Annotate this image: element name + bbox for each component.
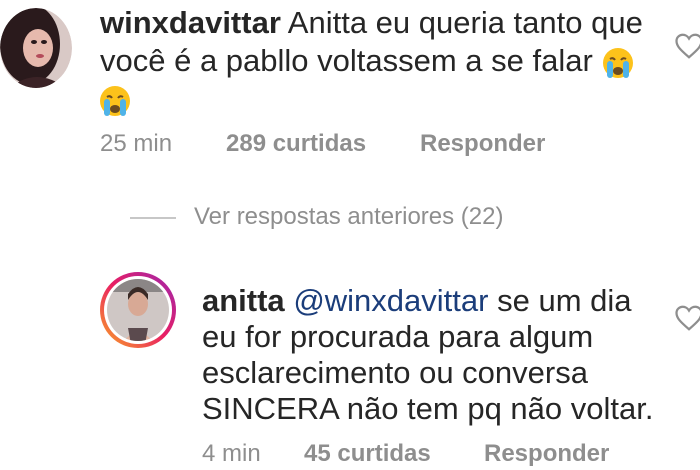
reply-text-line4: SINCERA não tem pq não voltar. — [202, 391, 654, 426]
avatar-anitta[interactable] — [98, 270, 178, 350]
avatar-story-ring — [100, 272, 176, 348]
like-heart-icon[interactable] — [674, 304, 700, 332]
comment-likes[interactable]: 289 curtidas — [226, 130, 366, 157]
reply-text-line1: se um dia — [497, 283, 632, 318]
reply-time: 4 min — [202, 440, 261, 467]
comment-time: 25 min — [100, 130, 173, 157]
replies-divider-line — [130, 217, 176, 219]
like-heart-icon[interactable] — [674, 32, 700, 60]
comment-username[interactable]: winxdavittar — [100, 5, 281, 40]
reply-time-wrap: 4 min — [202, 440, 261, 468]
reply-mention-link[interactable]: @winxdavittar — [293, 283, 488, 318]
reply-body-line3: esclarecimento ou conversa — [202, 354, 588, 392]
comment-text-line1: Anitta eu queria tanto que — [287, 5, 643, 40]
comment-text-line2: você é a pabllo voltassem a se falar — [100, 43, 593, 78]
comment-body-line2: você é a pabllo voltassem a se falar — [100, 42, 635, 80]
reply-body-line2: eu for procurada para algum — [202, 318, 593, 356]
reply-likes[interactable]: 45 curtidas — [304, 440, 431, 467]
crying-face-icon — [603, 47, 634, 78]
reply-reply-button[interactable]: Responder — [484, 440, 609, 467]
reply-reply-wrap: Responder — [484, 440, 609, 468]
reply-body-line4: SINCERA não tem pq não voltar. — [202, 390, 653, 428]
comment-likes-wrap: 289 curtidas — [226, 130, 366, 158]
avatar-winxdavittar[interactable] — [0, 8, 72, 88]
comment-meta: 25 min — [100, 130, 172, 158]
comment-body-line3 — [98, 80, 132, 118]
avatar-photo — [0, 8, 72, 88]
crying-face-icon — [100, 85, 130, 116]
reply-username[interactable]: anitta — [202, 283, 285, 318]
reply-body-line1: anitta @winxdavittar se um dia — [202, 282, 632, 320]
reply-text-line2: eu for procurada para algum — [202, 319, 594, 354]
reply-likes-wrap: 45 curtidas — [304, 440, 431, 468]
comment-body: winxdavittar Anitta eu queria tanto que — [100, 4, 643, 42]
reply-text-line3: esclarecimento ou conversa — [202, 355, 588, 390]
comment-reply-button[interactable]: Responder — [420, 130, 545, 157]
comment-reply-wrap: Responder — [420, 130, 545, 158]
view-previous-replies-link[interactable]: Ver respostas anteriores (22) — [194, 203, 503, 231]
